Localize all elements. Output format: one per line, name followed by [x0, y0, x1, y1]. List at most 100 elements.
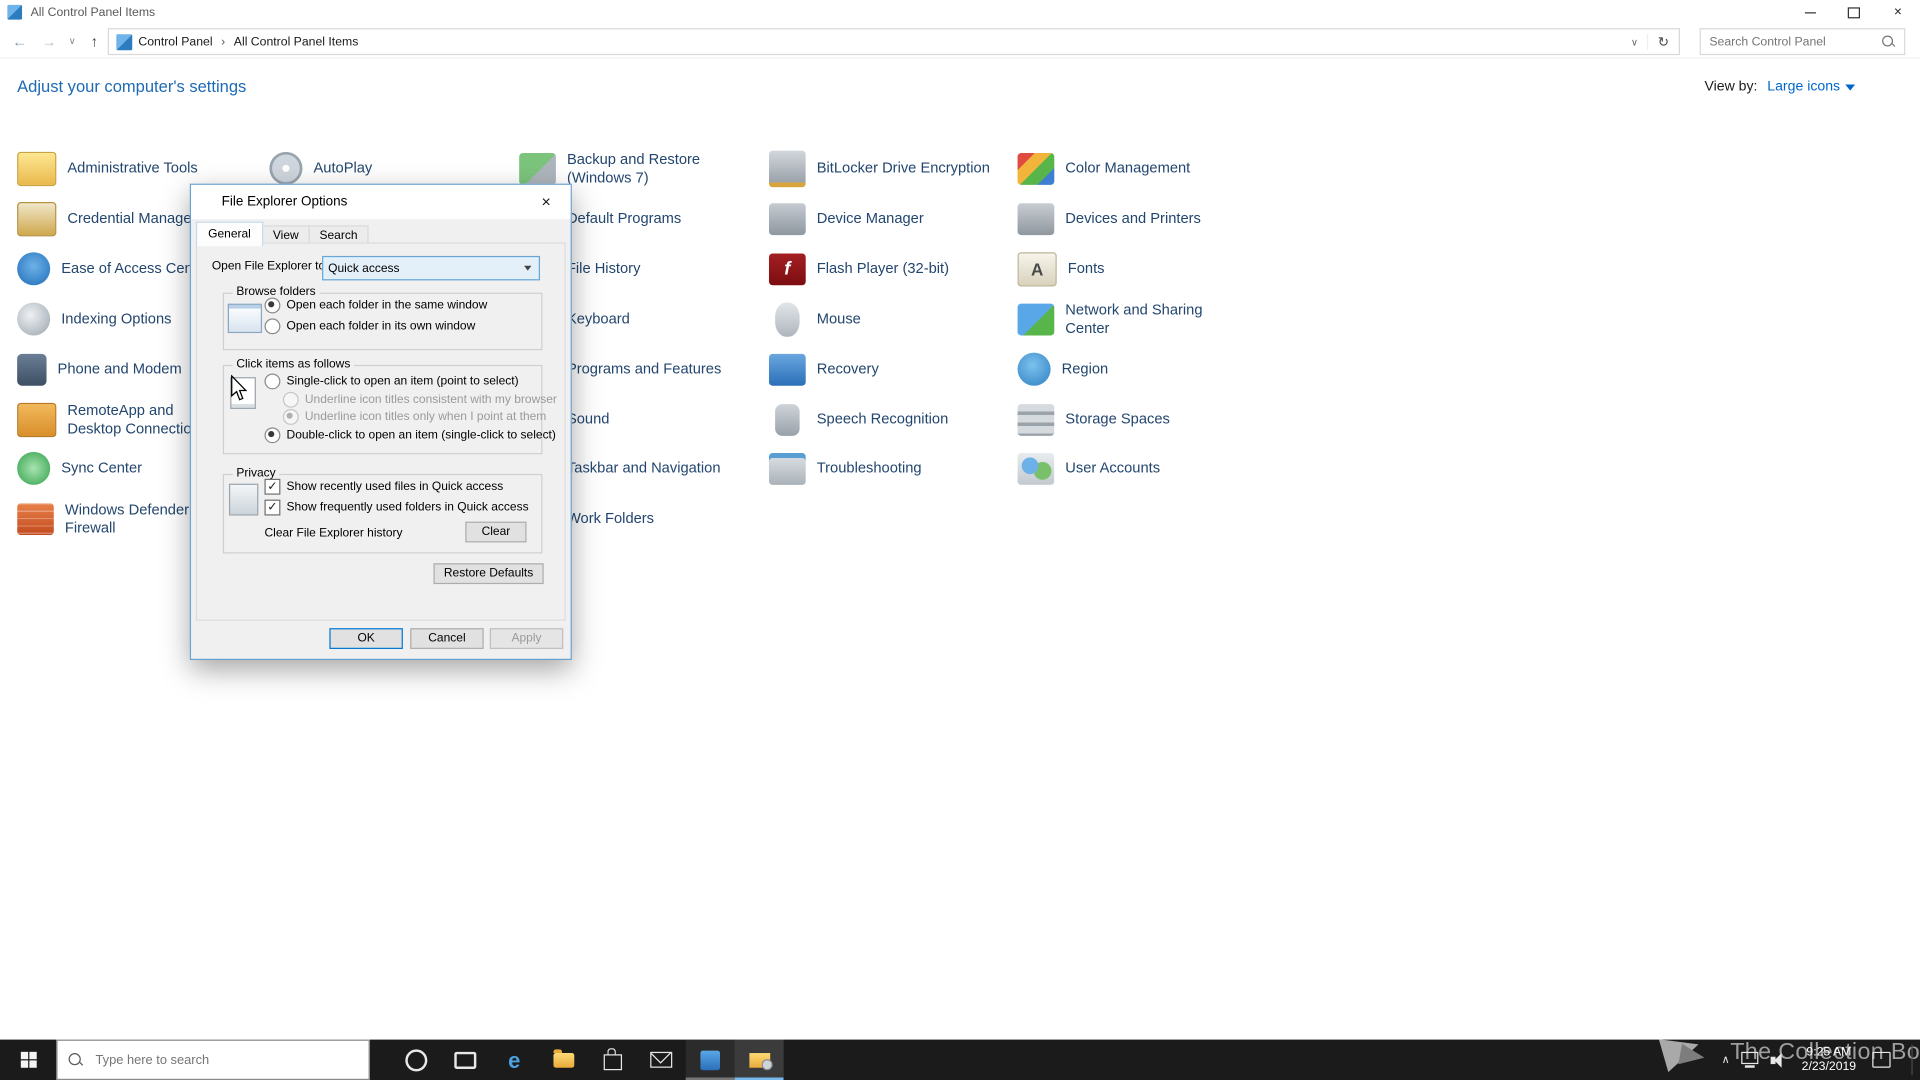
cpl-item-fonts[interactable]: Fonts [1017, 244, 1215, 294]
minimize-button[interactable] [1788, 0, 1832, 24]
radio-single-click[interactable]: Single-click to open an item (point to s… [264, 373, 519, 390]
cpl-item-label[interactable]: Device Manager [817, 210, 1015, 228]
radio-icon [282, 408, 299, 425]
cpl-item-region[interactable]: Region [1017, 344, 1209, 394]
cpl-item-color-management[interactable]: Color Management [1017, 143, 1213, 193]
cpl-item-indexing-options[interactable]: Indexing Options [17, 294, 218, 344]
window-titlebar[interactable]: All Control Panel Items × [0, 0, 1920, 25]
taskbar-search[interactable] [56, 1039, 370, 1080]
edge-icon: e [508, 1047, 521, 1073]
forward-button[interactable]: → [37, 24, 61, 57]
maximize-button[interactable] [1832, 0, 1876, 24]
dialog-close-button[interactable]: × [522, 185, 571, 218]
task-view-button[interactable] [441, 1040, 490, 1080]
cpl-item-label[interactable]: Programs and Features [567, 360, 731, 378]
address-bar[interactable]: Control Panel › All Control Panel Items … [107, 28, 1680, 56]
edge-button[interactable]: e [490, 1040, 539, 1080]
cpl-item-ease-of-access[interactable]: Ease of Access Center [17, 244, 218, 294]
radio-open-same-window[interactable]: Open each folder in the same window [264, 297, 487, 314]
breadcrumb-all-control-panel-items[interactable]: All Control Panel Items [228, 35, 365, 48]
cpl-item-label[interactable]: Troubleshooting [817, 459, 1015, 477]
control-panel-taskbar-button[interactable] [685, 1039, 735, 1080]
cpl-item-label[interactable]: Devices and Printers [1065, 210, 1212, 228]
open-to-dropdown[interactable]: Quick access [322, 255, 540, 281]
close-button[interactable]: × [1876, 0, 1920, 24]
refresh-button[interactable]: ↻ [1646, 33, 1679, 50]
cpl-item-label[interactable]: File History [567, 260, 731, 278]
cpl-item-label[interactable]: Administrative Tools [67, 159, 224, 177]
cpl-item-device-manager[interactable]: Device Manager [768, 193, 1015, 243]
radio-underline-browser[interactable]: Underline icon titles consistent with my… [282, 391, 557, 408]
clear-button[interactable]: Clear [465, 521, 527, 543]
cpl-item-flash-player[interactable]: Flash Player (32-bit) [768, 244, 1015, 294]
breadcrumb-control-panel[interactable]: Control Panel [132, 35, 218, 48]
back-button[interactable]: ← [7, 24, 31, 57]
checkbox-recent-files[interactable]: ✓ Show recently used files in Quick acce… [264, 478, 503, 495]
dialog-titlebar[interactable]: File Explorer Options × [191, 184, 571, 220]
cpl-item-label[interactable]: Default Programs [567, 210, 731, 228]
cpl-item-speech-recognition[interactable]: Speech Recognition [769, 394, 1015, 444]
cortana-icon [405, 1048, 428, 1071]
cpl-item-storage-spaces[interactable]: Storage Spaces [1017, 394, 1213, 444]
control-panel-search[interactable] [1699, 28, 1906, 56]
cpl-item-label[interactable]: Taskbar and Navigation [567, 459, 731, 477]
taskbar-clock[interactable]: 9:25 AM 2/23/2019 [1797, 1045, 1861, 1074]
cpl-item-label[interactable]: Color Management [1065, 159, 1212, 177]
cpl-item-label[interactable]: BitLocker Drive Encryption [817, 159, 1015, 177]
cpl-item-label[interactable]: Flash Player (32-bit) [817, 260, 1015, 278]
mail-button[interactable] [637, 1040, 686, 1080]
search-icon [1881, 34, 1896, 49]
checkbox-icon: ✓ [264, 499, 281, 516]
cancel-button[interactable]: Cancel [410, 628, 484, 649]
cpl-item-label[interactable]: User Accounts [1065, 459, 1212, 477]
view-by-dropdown[interactable]: Large icons [1767, 80, 1855, 94]
up-button[interactable]: ↑ [83, 24, 105, 57]
radio-open-own-window[interactable]: Open each folder in its own window [264, 318, 475, 335]
file-explorer-options-taskbar-button[interactable] [734, 1039, 784, 1080]
cpl-item-label[interactable]: Recovery [817, 360, 1015, 378]
radio-icon [264, 373, 281, 390]
cpl-item-devices-and-printers[interactable]: Devices and Printers [1017, 193, 1213, 243]
cpl-item-mouse[interactable]: Mouse [769, 294, 1015, 344]
cpl-item-recovery[interactable]: Recovery [768, 344, 1015, 394]
cpl-item-phone-and-modem[interactable]: Phone and Modem [17, 344, 214, 394]
cpl-item-label[interactable]: Keyboard [567, 310, 731, 328]
network-icon[interactable] [1740, 1051, 1759, 1068]
cpl-item-label[interactable]: Backup and Restore (Windows 7) [567, 150, 731, 186]
cpl-item-troubleshooting[interactable]: Troubleshooting [768, 443, 1015, 493]
hidden-icons-button[interactable]: ∧ [1722, 1053, 1730, 1066]
general-tab-page: Open File Explorer to: Quick access Brow… [195, 242, 566, 621]
cpl-item-label[interactable]: Work Folders [567, 510, 731, 528]
cpl-item-network-and-sharing[interactable]: Network and Sharing Center [1017, 294, 1213, 344]
show-desktop-button[interactable] [1911, 1044, 1913, 1076]
cpl-item-label[interactable]: Region [1062, 360, 1209, 378]
radio-double-click[interactable]: Double-click to open an item (single-cli… [264, 427, 556, 444]
apply-button[interactable]: Apply [489, 628, 564, 649]
search-input[interactable] [1700, 33, 1881, 50]
cpl-item-user-accounts[interactable]: User Accounts [1017, 443, 1213, 493]
cortana-button[interactable] [392, 1040, 441, 1080]
ok-button[interactable]: OK [329, 628, 403, 649]
restore-defaults-button[interactable]: Restore Defaults [433, 563, 544, 585]
address-dropdown-button[interactable]: ∨ [1622, 36, 1646, 47]
checkbox-frequent-folders[interactable]: ✓ Show frequently used folders in Quick … [264, 499, 529, 516]
store-button[interactable] [588, 1040, 637, 1080]
cpl-item-label[interactable]: Sound [567, 410, 731, 428]
cpl-item-label[interactable]: Mouse [817, 310, 1015, 328]
cpl-item-label[interactable]: Network and Sharing Center [1065, 301, 1212, 337]
cpl-item-label[interactable]: Fonts [1068, 260, 1215, 278]
minimize-icon [1804, 11, 1816, 13]
cpl-item-bitlocker[interactable]: BitLocker Drive Encryption [768, 143, 1015, 193]
file-explorer-button[interactable] [539, 1040, 588, 1080]
cpl-item-sync-center[interactable]: Sync Center [17, 443, 218, 493]
start-button[interactable] [0, 1040, 56, 1080]
recent-pages-button[interactable]: ∨ [64, 24, 81, 57]
taskbar-search-input[interactable] [93, 1051, 369, 1069]
volume-icon[interactable] [1770, 1052, 1786, 1068]
radio-underline-point[interactable]: Underline icon titles only when I point … [282, 408, 546, 425]
cpl-item-label[interactable]: AutoPlay [313, 159, 497, 177]
cpl-item-label[interactable]: Speech Recognition [817, 410, 1015, 428]
cpl-item-label[interactable]: Storage Spaces [1065, 410, 1212, 428]
action-center-icon[interactable] [1871, 1051, 1891, 1068]
tab-general[interactable]: General [195, 221, 264, 247]
